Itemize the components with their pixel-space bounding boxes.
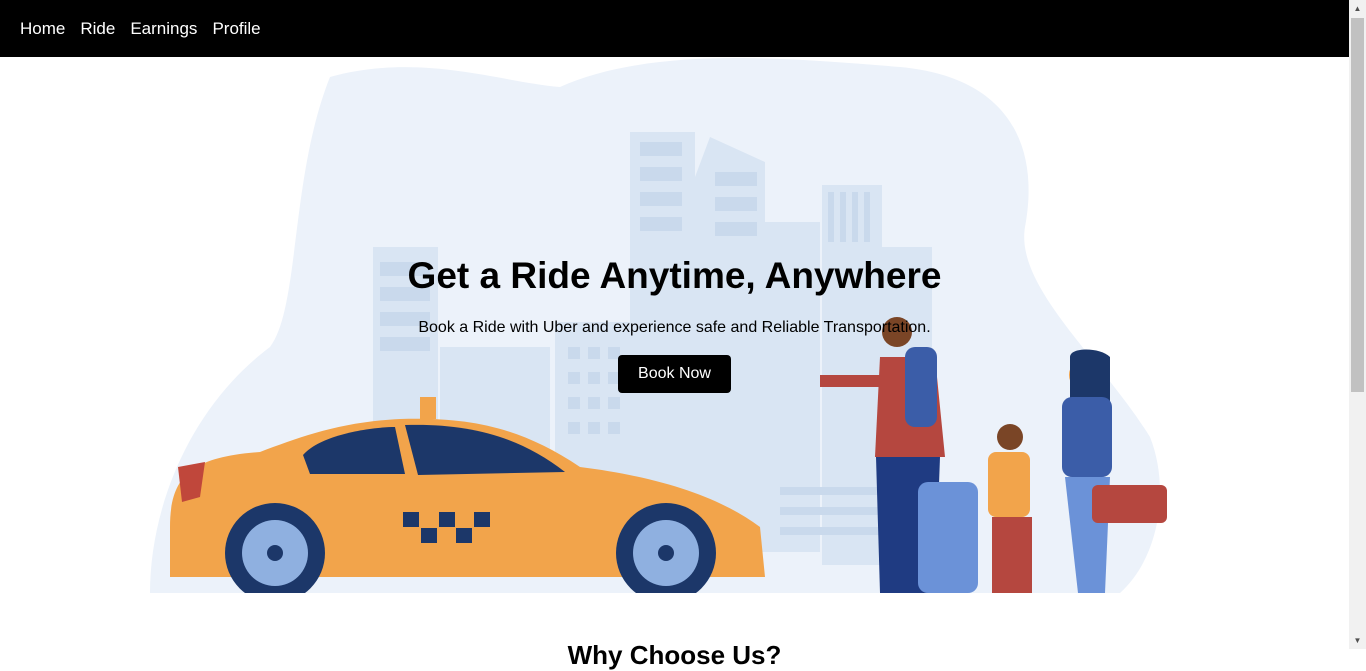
hero-section: Get a Ride Anytime, Anywhere Book a Ride…	[0, 57, 1349, 593]
nav-profile-link[interactable]: Profile	[212, 19, 260, 39]
scroll-up-icon[interactable]: ▲	[1349, 0, 1366, 17]
scroll-down-icon[interactable]: ▼	[1349, 632, 1366, 649]
nav-earnings-link[interactable]: Earnings	[130, 19, 197, 39]
nav-home-link[interactable]: Home	[20, 19, 65, 39]
book-now-button[interactable]: Book Now	[618, 355, 731, 393]
scrollbar-thumb[interactable]	[1351, 18, 1364, 392]
vertical-scrollbar[interactable]: ▲ ▼	[1349, 0, 1366, 649]
hero-title: Get a Ride Anytime, Anywhere	[407, 255, 942, 296]
top-navbar: Home Ride Earnings Profile	[0, 0, 1349, 57]
hero-subtitle: Book a Ride with Uber and experience saf…	[418, 319, 931, 336]
why-choose-us-heading: Why Choose Us?	[567, 640, 782, 670]
nav-ride-link[interactable]: Ride	[80, 19, 115, 39]
nav-links: Home Ride Earnings Profile	[20, 19, 276, 39]
